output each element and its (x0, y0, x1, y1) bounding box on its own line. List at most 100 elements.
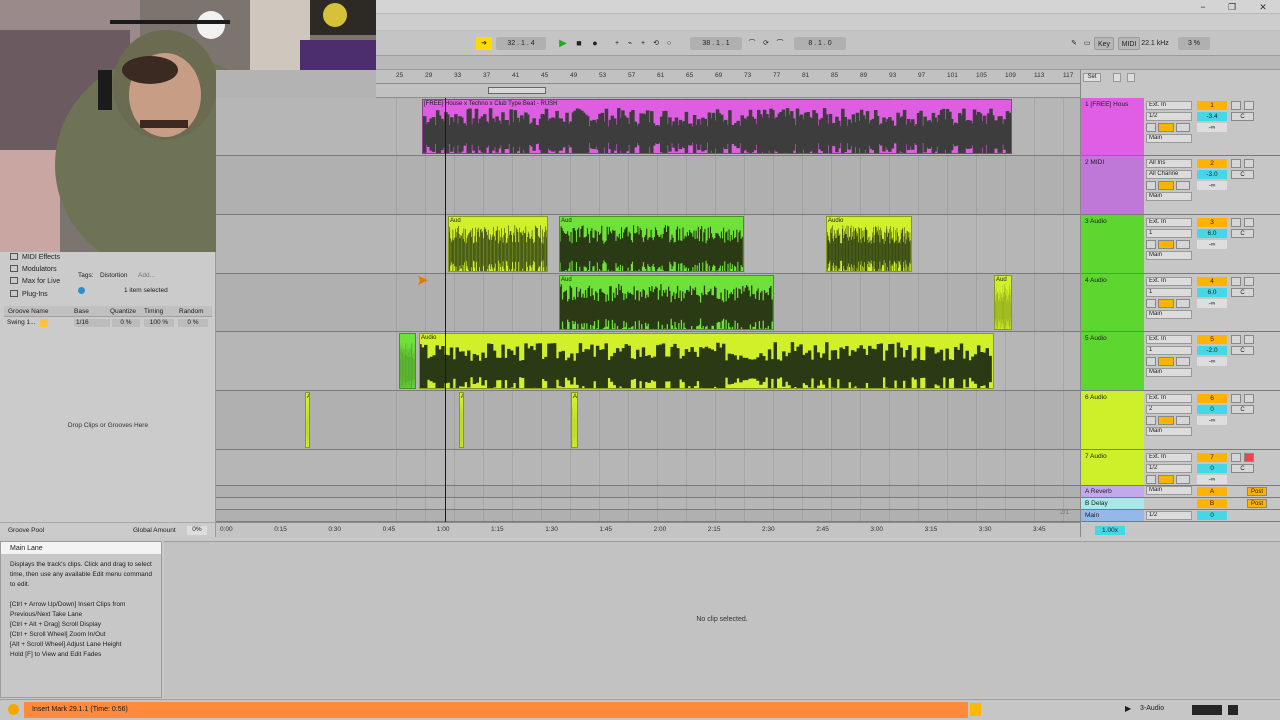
draw-mode-icon[interactable]: ✎ (1068, 37, 1080, 50)
monitor-auto-button[interactable] (1158, 357, 1174, 366)
pan-knob[interactable]: C (1231, 346, 1254, 355)
key-map-button[interactable]: Key (1094, 37, 1114, 50)
track-header[interactable]: 5 Audio Ext. In 1 Main 5 -2.0 -∞ C (1081, 332, 1280, 391)
audio-clip[interactable]: A (571, 392, 578, 448)
arm-button[interactable] (1244, 453, 1254, 462)
track-lane[interactable] (216, 156, 1080, 215)
input-channel-select[interactable]: 2 (1146, 405, 1192, 414)
track-name-area[interactable]: 2 MIDI (1081, 156, 1144, 214)
input-type-select[interactable]: Ext. In (1146, 101, 1192, 110)
input-type-select[interactable]: Ext. In (1146, 394, 1192, 403)
input-channel-select[interactable]: 1 (1146, 229, 1192, 238)
monitor-off-button[interactable] (1176, 181, 1190, 190)
solo-button[interactable] (1231, 159, 1241, 168)
arm-button[interactable] (1244, 159, 1254, 168)
punch-in-icon[interactable]: ⌒ (746, 37, 758, 50)
solo-button[interactable] (1231, 277, 1241, 286)
audio-clip[interactable]: Aud (448, 216, 548, 272)
play-icon[interactable]: ▶ (556, 37, 570, 50)
track-volume[interactable]: 6.0 (1197, 229, 1227, 238)
output-select[interactable]: Main (1146, 368, 1192, 377)
track-header[interactable]: 4 Audio Ext. In 1 Main 4 6.0 -∞ C (1081, 274, 1280, 332)
track-activator[interactable]: 6 (1197, 394, 1227, 403)
groove-quantize[interactable]: 0 % (112, 319, 140, 327)
return-name-area[interactable]: Main (1081, 510, 1144, 521)
groove-drop-zone[interactable]: Drop Clips or Grooves Here (4, 422, 212, 429)
track-header[interactable]: 6 Audio Ext. In 2 Main 6 0 -∞ C (1081, 391, 1280, 450)
monitor-off-button[interactable] (1176, 475, 1190, 484)
input-channel-select[interactable]: 1 (1146, 346, 1192, 355)
capture-icon[interactable]: ⟲ (651, 37, 661, 50)
return-lane[interactable] (216, 498, 1080, 510)
session-record-icon[interactable]: + (638, 37, 648, 50)
track-header[interactable]: 2 MIDI All Ins All Channe Main 2 -3.0 -∞ C (1081, 156, 1280, 215)
loop-brace[interactable] (488, 87, 546, 94)
maximize-button[interactable]: ❐ (1224, 1, 1240, 13)
input-type-select[interactable]: Ext. In (1146, 277, 1192, 286)
arrangement-position-field[interactable]: 32 . 1 . 4 (496, 37, 546, 50)
monitor-in-button[interactable] (1146, 181, 1156, 190)
add-tag-button[interactable]: Add... (138, 272, 155, 279)
track-activator[interactable]: 1 (1197, 101, 1227, 110)
track-send[interactable]: -∞ (1197, 299, 1227, 308)
track-volume[interactable]: -3.0 (1197, 170, 1227, 179)
track-lane[interactable] (216, 450, 1080, 486)
arrangement-view[interactable]: 25 29 33 37 41 45 49 53 57 61 65 69 73 77 81 85 89 93 97 10… (216, 70, 1080, 537)
browser-item-plugins[interactable]: Plug-Ins (10, 289, 48, 300)
browser-item-max-for-live[interactable]: Max for Live (10, 276, 60, 287)
pan-knob[interactable]: C (1231, 112, 1254, 121)
groove-timing[interactable]: 100 % (144, 319, 174, 327)
punch-out-icon[interactable]: ⌒ (774, 37, 786, 50)
groove-base-select[interactable]: 1/16 (74, 319, 110, 327)
track-lane[interactable]: AAA (216, 391, 1080, 450)
output-select[interactable]: Main (1146, 251, 1192, 260)
main-volume[interactable]: 0 (1197, 511, 1227, 520)
follow-button[interactable]: ➜ (476, 37, 492, 50)
audio-clip[interactable]: [FREE] House x Techno x Club Type Beat -… (422, 99, 1012, 154)
track-activator[interactable]: 2 (1197, 159, 1227, 168)
set-button[interactable]: Set (1083, 73, 1101, 82)
play-small-icon[interactable]: ▶ (1125, 704, 1131, 713)
track-lane[interactable]: Aud Aud Audio (216, 215, 1080, 274)
solo-button[interactable] (1231, 335, 1241, 344)
lock-icon[interactable] (1127, 73, 1135, 82)
return-post-button[interactable]: Post (1247, 487, 1267, 496)
monitor-auto-button[interactable] (1158, 181, 1174, 190)
monitor-off-button[interactable] (1176, 357, 1190, 366)
track-lane[interactable]: [FREE] House x Techno x Club Type Beat -… (216, 98, 1080, 156)
solo-button[interactable] (1231, 218, 1241, 227)
arm-button[interactable] (1244, 218, 1254, 227)
groove-hot-swap-icon[interactable] (40, 319, 48, 327)
main-channel-select[interactable]: 1/2 (1146, 511, 1192, 520)
browser-item-midi-effects[interactable]: MIDI Effects (10, 252, 60, 263)
track-volume[interactable]: -3.4 (1197, 112, 1227, 121)
monitor-auto-button[interactable] (1158, 123, 1174, 132)
minimize-button[interactable]: − (1195, 1, 1211, 13)
return-lane[interactable] (216, 486, 1080, 498)
track-name-area[interactable]: 3 Audio (1081, 215, 1144, 273)
zoom-field[interactable]: 1.00x (1095, 526, 1125, 535)
arrangement-overview[interactable] (376, 56, 1280, 70)
track-send[interactable]: -∞ (1197, 475, 1227, 484)
midi-map-button[interactable]: MIDI (1118, 37, 1140, 50)
monitor-off-button[interactable] (1176, 240, 1190, 249)
pan-knob[interactable]: C (1231, 405, 1254, 414)
track-name-area[interactable]: 7 Audio (1081, 450, 1144, 485)
output-select[interactable]: Main (1146, 427, 1192, 436)
monitor-in-button[interactable] (1146, 475, 1156, 484)
audio-clip[interactable] (399, 333, 416, 389)
track-volume[interactable]: 0 (1197, 464, 1227, 473)
arrangement-loop-icon[interactable] (1113, 73, 1121, 82)
computer-keyboard-icon[interactable]: ▭ (1082, 37, 1092, 50)
audio-clip[interactable]: Audio (419, 333, 994, 389)
track-send[interactable]: -∞ (1197, 416, 1227, 425)
pan-knob[interactable]: C (1231, 170, 1254, 179)
monitor-auto-button[interactable] (1158, 475, 1174, 484)
solo-button[interactable] (1231, 453, 1241, 462)
audio-clip[interactable]: Aud (559, 275, 774, 330)
track-send[interactable]: -∞ (1197, 123, 1227, 132)
track-activator[interactable]: 3 (1197, 218, 1227, 227)
monitor-in-button[interactable] (1146, 416, 1156, 425)
track-name-area[interactable]: 4 Audio (1081, 274, 1144, 331)
monitor-auto-button[interactable] (1158, 416, 1174, 425)
